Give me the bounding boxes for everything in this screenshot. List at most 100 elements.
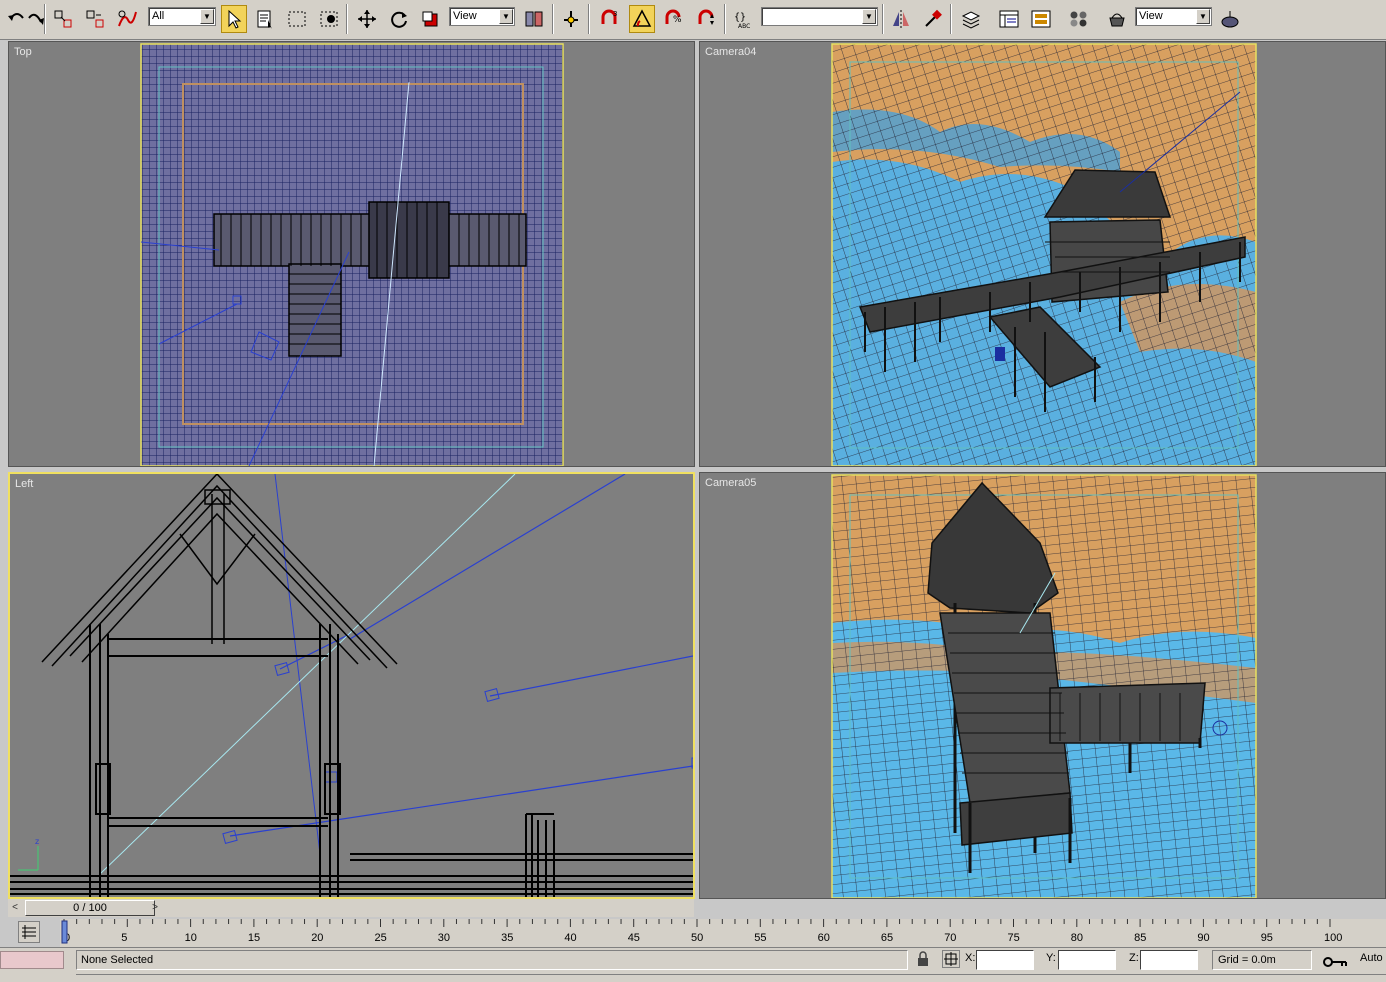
svg-text:3: 3	[613, 10, 617, 18]
chevron-down-icon: ▼	[1196, 9, 1210, 24]
render-type-dropdown[interactable]: View ▼	[1135, 7, 1212, 26]
render-type-value: View	[1139, 10, 1163, 22]
rectangular-selection-region-icon[interactable]	[284, 5, 310, 33]
percent-snap-icon[interactable]: %	[660, 5, 686, 33]
curve-editor-icon[interactable]	[996, 5, 1022, 33]
select-and-rotate-icon[interactable]	[386, 5, 412, 33]
next-frame-icon[interactable]: >	[148, 900, 162, 916]
track-tick-label: 10	[185, 932, 197, 944]
toolbar-separator	[724, 4, 726, 34]
chevron-down-icon: ▼	[200, 9, 214, 24]
render-scene-icon[interactable]	[1104, 5, 1130, 33]
svg-text:%: %	[673, 15, 682, 25]
quick-render-icon[interactable]	[1217, 5, 1243, 33]
toolbar-separator	[882, 4, 884, 34]
camera05-shaded-scene	[831, 474, 1257, 898]
z-coordinate-field[interactable]	[1140, 950, 1198, 970]
top-view-wireframe	[140, 43, 564, 466]
auto-key-button[interactable]: Auto	[1360, 952, 1383, 964]
select-and-link-icon[interactable]	[50, 5, 76, 33]
svg-text:z: z	[35, 837, 39, 846]
edit-named-selections-icon[interactable]: {} ABC	[730, 5, 756, 33]
track-bar-ruler: 0510152025303540455055606570758085909510…	[61, 919, 1342, 944]
select-by-name-icon[interactable]	[252, 5, 278, 33]
time-slider-thumb[interactable]: 0 / 100	[25, 900, 155, 916]
track-tick-label: 25	[375, 932, 387, 944]
main-toolbar: All ▼ View ▼ 3 % {} ABC ▼ View ▼	[0, 0, 1386, 40]
prompt-line	[76, 974, 1386, 982]
select-and-scale-icon[interactable]	[418, 5, 444, 33]
track-tick-label: 70	[944, 932, 956, 944]
z-coordinate-label: Z:	[1129, 952, 1139, 964]
named-selection-sets-dropdown[interactable]: ▼	[761, 7, 878, 26]
use-pivot-point-center-icon[interactable]	[521, 5, 547, 33]
open-mini-curve-editor-icon[interactable]	[18, 921, 40, 943]
track-tick-label: 15	[248, 932, 260, 944]
material-editor-icon[interactable]	[1066, 5, 1092, 33]
maxscript-listener-mini[interactable]	[0, 951, 64, 969]
toolbar-separator	[346, 4, 348, 34]
mirror-icon[interactable]	[888, 5, 914, 33]
toolbar-separator	[950, 4, 952, 34]
lock-icon[interactable]	[916, 951, 930, 967]
x-coordinate-label: X:	[965, 952, 976, 964]
current-frame-marker[interactable]	[61, 920, 68, 944]
viewport-label[interactable]: Left	[15, 478, 33, 490]
unlink-selection-icon[interactable]	[82, 5, 108, 33]
viewport-camera04[interactable]: Camera04	[699, 41, 1386, 467]
track-tick-label: 20	[311, 932, 323, 944]
chevron-down-icon: ▼	[499, 9, 513, 24]
viewport-left[interactable]: Left z	[8, 472, 695, 899]
viewport-top[interactable]: Top	[8, 41, 695, 467]
reference-coord-system-dropdown[interactable]: View ▼	[449, 7, 515, 26]
svg-text:{}: {}	[734, 12, 746, 23]
track-tick-label: 35	[501, 932, 513, 944]
left-view-wireframe: z	[10, 474, 693, 897]
select-object-icon[interactable]	[221, 5, 247, 33]
select-and-move-icon[interactable]	[354, 5, 380, 33]
selection-filter-dropdown[interactable]: All ▼	[148, 7, 216, 26]
camera04-shaded-scene	[831, 43, 1257, 466]
window-crossing-icon[interactable]	[316, 5, 342, 33]
track-tick-label: 75	[1008, 932, 1020, 944]
x-coordinate-field[interactable]	[976, 950, 1034, 970]
y-coordinate-label: Y:	[1046, 952, 1056, 964]
selection-status: None Selected	[76, 950, 908, 970]
previous-frame-icon[interactable]: <	[8, 900, 22, 916]
angle-snap-toggle-icon[interactable]	[629, 5, 655, 33]
reference-coord-value: View	[453, 10, 477, 22]
track-tick-label: 5	[121, 932, 127, 944]
layer-manager-icon[interactable]	[958, 5, 984, 33]
snaps-toggle-icon[interactable]: 3	[596, 5, 622, 33]
key-icon[interactable]	[1322, 955, 1348, 969]
track-tick-label: 30	[438, 932, 450, 944]
viewport-label[interactable]: Top	[14, 46, 32, 58]
chevron-down-icon: ▼	[862, 9, 876, 24]
track-tick-label: 60	[818, 932, 830, 944]
track-bar[interactable]: 0510152025303540455055606570758085909510…	[60, 919, 1386, 947]
time-slider[interactable]: < 0 / 100 >	[8, 899, 694, 917]
viewport-label[interactable]: Camera04	[705, 46, 756, 58]
absolute-mode-transform-icon[interactable]	[942, 950, 960, 968]
select-and-manipulate-icon[interactable]	[558, 5, 584, 33]
svg-text:ABC: ABC	[738, 23, 750, 30]
track-tick-label: 80	[1071, 932, 1083, 944]
toolbar-separator	[44, 4, 46, 34]
track-tick-label: 40	[564, 932, 576, 944]
track-tick-label: 65	[881, 932, 893, 944]
y-coordinate-field[interactable]	[1058, 950, 1116, 970]
toolbar-separator	[588, 4, 590, 34]
track-tick-label: 50	[691, 932, 703, 944]
schematic-view-icon[interactable]	[1028, 5, 1054, 33]
track-tick-label: 90	[1197, 932, 1209, 944]
track-tick-label: 45	[628, 932, 640, 944]
viewport-camera05[interactable]: Camera05	[699, 472, 1386, 899]
track-tick-label: 55	[754, 932, 766, 944]
spinner-snap-icon[interactable]	[693, 5, 719, 33]
grid-spacing-readout: Grid = 0.0m	[1212, 950, 1312, 970]
bind-to-space-warp-icon[interactable]	[114, 5, 140, 33]
viewport-label[interactable]: Camera05	[705, 477, 756, 489]
track-tick-label: 85	[1134, 932, 1146, 944]
align-icon[interactable]	[920, 5, 946, 33]
track-tick-label: 95	[1261, 932, 1273, 944]
